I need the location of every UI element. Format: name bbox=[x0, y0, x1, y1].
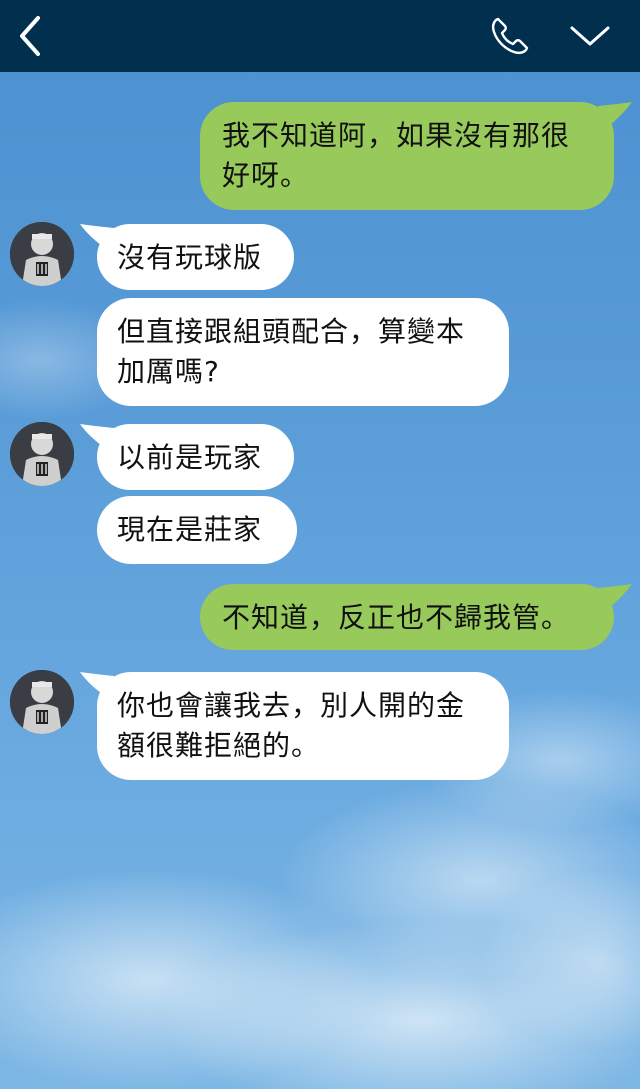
contact-photo bbox=[10, 670, 74, 734]
message-bubble-incoming[interactable]: 沒有玩球版 bbox=[97, 224, 294, 290]
avatar[interactable] bbox=[10, 222, 74, 286]
message-bubble-incoming[interactable]: 你也會讓我去，別人開的金額很難拒絕的。 bbox=[97, 672, 509, 780]
contact-photo bbox=[10, 422, 74, 486]
back-button[interactable] bbox=[8, 12, 56, 60]
avatar[interactable] bbox=[10, 422, 74, 486]
message-bubble-incoming[interactable]: 現在是莊家 bbox=[97, 496, 297, 564]
avatar[interactable] bbox=[10, 670, 74, 734]
contact-photo bbox=[10, 222, 74, 286]
call-button[interactable] bbox=[486, 12, 534, 60]
message-bubble-outgoing[interactable]: 我不知道阿，如果沒有那很好呀。 bbox=[200, 102, 614, 210]
dropdown-menu-button[interactable] bbox=[566, 12, 614, 60]
message-bubble-outgoing[interactable]: 不知道，反正也不歸我管。 bbox=[200, 584, 614, 650]
message-bubble-incoming[interactable]: 但直接跟組頭配合，算變本加厲嗎? bbox=[97, 298, 509, 406]
chat-header bbox=[0, 0, 640, 72]
chevron-down-icon bbox=[570, 26, 610, 46]
message-bubble-incoming[interactable]: 以前是玩家 bbox=[97, 424, 294, 490]
phone-icon bbox=[491, 17, 529, 55]
chevron-left-icon bbox=[20, 16, 40, 56]
